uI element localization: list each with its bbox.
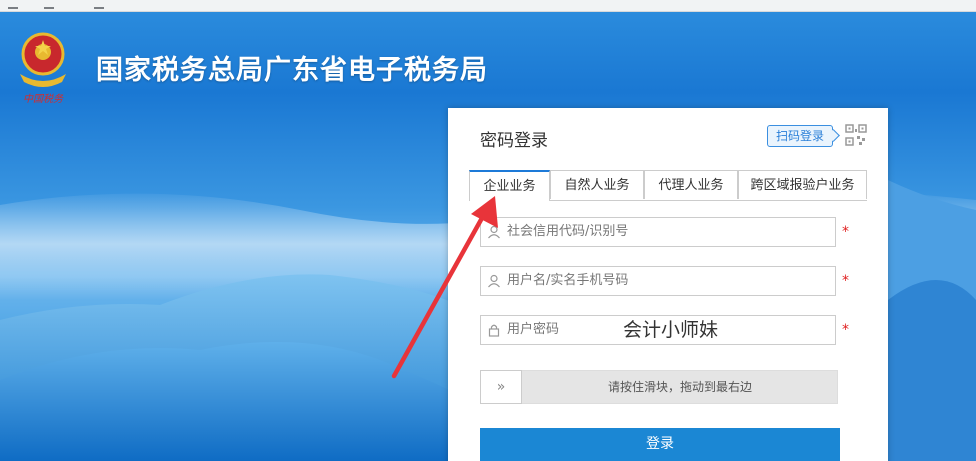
site-title: 国家税务总局广东省电子税务局	[96, 55, 488, 86]
credit-code-placeholder: 社会信用代码/识别号	[507, 224, 629, 239]
watermark-text: 会计小师妹	[623, 319, 719, 341]
national-emblem-icon: 中国税务	[20, 32, 66, 105]
slider-captcha[interactable]: » 请按住滑块，拖动到最右边	[480, 370, 838, 404]
login-button[interactable]: 登录	[480, 428, 840, 461]
required-mark: *	[842, 273, 849, 289]
qr-login-tip[interactable]: 扫码登录	[767, 125, 834, 147]
svg-text:中国税务: 中国税务	[23, 93, 64, 105]
tab-cross-region[interactable]: 跨区域报验户业务	[738, 170, 867, 199]
tab-natural-person[interactable]: 自然人业务	[550, 170, 644, 199]
username-field[interactable]: 用户名/实名手机号码	[480, 266, 836, 296]
required-mark: *	[842, 322, 849, 338]
login-page: 中国税务 国家税务总局广东省电子税务局 密码登录 扫码登录 企业业务 自然人业务…	[0, 0, 976, 461]
user-icon	[488, 274, 500, 288]
page-info-icon[interactable]	[94, 0, 104, 9]
business-tabs: 企业业务 自然人业务 代理人业务 跨区域报验户业务	[469, 170, 867, 201]
username-placeholder: 用户名/实名手机号码	[507, 273, 629, 288]
password-field[interactable]: 用户密码 会计小师妹	[480, 315, 836, 345]
user-icon	[488, 225, 500, 239]
qr-code-icon[interactable]	[845, 124, 867, 146]
credit-code-field[interactable]: 社会信用代码/识别号	[480, 217, 836, 247]
password-placeholder: 用户密码	[507, 322, 560, 337]
required-mark: *	[842, 224, 849, 240]
slider-hint: 请按住滑块，拖动到最右边	[607, 380, 752, 394]
login-panel: 密码登录 扫码登录 企业业务 自然人业务 代理人业务 跨区域报验户业务 社会信用…	[448, 108, 888, 461]
tab-enterprise[interactable]: 企业业务	[469, 170, 550, 201]
panel-title: 密码登录	[480, 131, 548, 151]
lock-icon	[488, 324, 500, 337]
back-icon[interactable]	[8, 0, 18, 9]
browser-address-bar	[0, 0, 976, 12]
tab-agent[interactable]: 代理人业务	[644, 170, 738, 199]
slider-handle[interactable]: »	[480, 370, 522, 404]
forward-icon[interactable]	[44, 0, 54, 9]
